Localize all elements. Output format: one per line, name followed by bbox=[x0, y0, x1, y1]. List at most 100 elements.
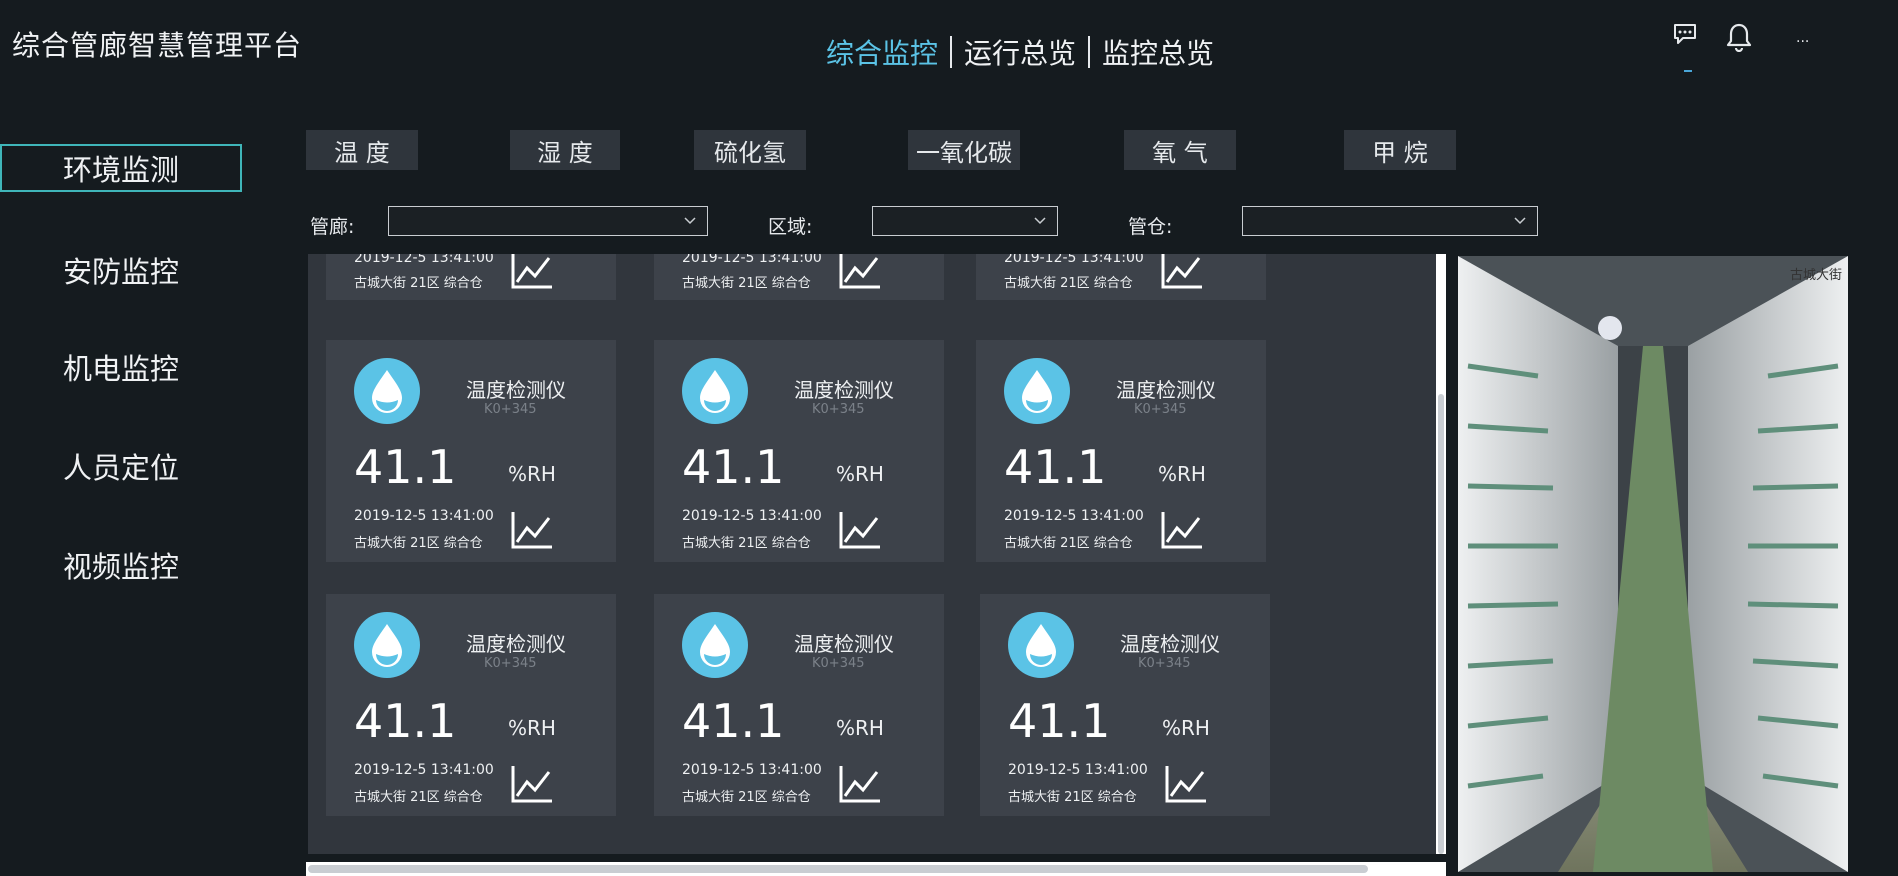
card-location: 古城大街 21区 综合仓 bbox=[1004, 276, 1133, 291]
corridor-label: 管廊: bbox=[310, 216, 355, 238]
sidebar-item-electromechanical[interactable]: 机电监控 bbox=[0, 343, 242, 391]
trend-chart-icon[interactable] bbox=[838, 254, 882, 290]
trend-chart-icon[interactable] bbox=[838, 764, 882, 804]
card-unit: %RH bbox=[1158, 462, 1206, 486]
chevron-down-icon bbox=[684, 217, 696, 225]
compartment-select[interactable] bbox=[1242, 206, 1538, 236]
card-unit: %RH bbox=[836, 462, 884, 486]
top-nav-separator bbox=[1088, 36, 1091, 68]
trend-chart-icon[interactable] bbox=[1164, 764, 1208, 804]
card-code: K0+345 bbox=[484, 656, 537, 671]
card-location: 古城大街 21区 综合仓 bbox=[1008, 790, 1137, 805]
card-value: 41.1 bbox=[1008, 694, 1111, 748]
card-location: 古城大街 21区 综合仓 bbox=[682, 790, 811, 805]
chevron-down-icon bbox=[1514, 217, 1526, 225]
sensor-card[interactable]: 温度检测仪 K0+345 41.1 %RH 2019-12-5 13:41:00… bbox=[654, 340, 944, 562]
card-timestamp: 2019-12-5 13:41:00 bbox=[682, 508, 822, 524]
chevron-down-icon bbox=[1034, 217, 1046, 225]
tab-methane[interactable]: 甲 烷 bbox=[1344, 130, 1456, 170]
region-label: 区域: bbox=[768, 216, 813, 238]
sensor-card[interactable]: 温度检测仪 K0+345 41.1 %RH 2019-12-5 13:41:00… bbox=[980, 594, 1270, 816]
top-nav: 综合监控 运行总览 监控总览 bbox=[826, 32, 1214, 72]
trend-chart-icon[interactable] bbox=[510, 764, 554, 804]
card-unit: %RH bbox=[836, 716, 884, 740]
sensor-card[interactable]: 温度检测仪 K0+345 41.1 %RH 2019-12-5 13:41:00… bbox=[326, 340, 616, 562]
card-location: 古城大街 21区 综合仓 bbox=[354, 276, 483, 291]
video-caption: 古城大街 bbox=[1789, 268, 1842, 283]
horizontal-scrollbar[interactable] bbox=[306, 862, 1446, 876]
chat-bubble-icon[interactable] bbox=[1672, 22, 1698, 50]
water-drop-icon bbox=[1008, 612, 1074, 678]
card-timestamp: 2019-12-5 13:41:00 bbox=[354, 762, 494, 778]
water-drop-icon bbox=[682, 358, 748, 424]
card-location: 古城大街 21区 综合仓 bbox=[682, 536, 811, 551]
water-drop-icon bbox=[682, 612, 748, 678]
card-timestamp: 2019-12-5 13:41:00 bbox=[354, 508, 494, 524]
vertical-scrollbar-thumb[interactable] bbox=[1438, 394, 1444, 854]
sidebar-item-personnel[interactable]: 人员定位 bbox=[0, 442, 242, 490]
card-code: K0+345 bbox=[1138, 656, 1191, 671]
tunnel-camera-image bbox=[1458, 256, 1848, 872]
card-value: 41.1 bbox=[354, 694, 457, 748]
card-timestamp: 2019-12-5 13:41:00 bbox=[682, 254, 822, 266]
card-unit: %RH bbox=[1162, 716, 1210, 740]
compartment-label: 管仓: bbox=[1128, 216, 1173, 238]
sensor-card[interactable]: 2019-12-5 13:41:00 古城大街 21区 综合仓 bbox=[976, 254, 1266, 300]
sidebar-item-video[interactable]: 视频监控 bbox=[0, 541, 242, 589]
card-location: 古城大街 21区 综合仓 bbox=[682, 276, 811, 291]
card-code: K0+345 bbox=[1134, 402, 1187, 417]
top-nav-item-operation[interactable]: 运行总览 bbox=[964, 32, 1076, 72]
card-code: K0+345 bbox=[812, 402, 865, 417]
tab-humidity[interactable]: 湿 度 bbox=[510, 130, 620, 170]
card-unit: %RH bbox=[508, 462, 556, 486]
card-location: 古城大街 21区 综合仓 bbox=[354, 790, 483, 805]
region-select[interactable] bbox=[872, 206, 1058, 236]
bell-icon[interactable] bbox=[1726, 22, 1752, 56]
sensor-card[interactable]: 温度检测仪 K0+345 41.1 %RH 2019-12-5 13:41:00… bbox=[976, 340, 1266, 562]
sensor-card[interactable]: 2019-12-5 13:41:00 古城大街 21区 综合仓 bbox=[654, 254, 944, 300]
card-value: 41.1 bbox=[354, 440, 457, 494]
sensor-card-panel: 2019-12-5 13:41:00 古城大街 21区 综合仓 2019-12-… bbox=[308, 254, 1446, 854]
more-icon[interactable]: ... bbox=[1796, 30, 1809, 46]
card-location: 古城大街 21区 综合仓 bbox=[1004, 536, 1133, 551]
sidebar-item-security[interactable]: 安防监控 bbox=[0, 246, 242, 294]
trend-chart-icon[interactable] bbox=[1160, 254, 1204, 290]
video-feed[interactable]: 古城大街 bbox=[1458, 256, 1848, 872]
top-nav-item-monitor[interactable]: 监控总览 bbox=[1102, 32, 1214, 72]
card-timestamp: 2019-12-5 13:41:00 bbox=[682, 762, 822, 778]
card-value: 41.1 bbox=[1004, 440, 1107, 494]
card-code: K0+345 bbox=[812, 656, 865, 671]
sensor-card[interactable]: 2019-12-5 13:41:00 古城大街 21区 综合仓 bbox=[326, 254, 616, 300]
card-timestamp: 2019-12-5 13:41:00 bbox=[1004, 254, 1144, 266]
chat-active-indicator bbox=[1684, 70, 1692, 72]
tab-oxygen[interactable]: 氧 气 bbox=[1124, 130, 1236, 170]
card-title: 温度检测仪 bbox=[794, 632, 894, 656]
card-code: K0+345 bbox=[484, 402, 537, 417]
app-title: 综合管廊智慧管理平台 bbox=[12, 29, 303, 62]
trend-chart-icon[interactable] bbox=[1160, 510, 1204, 550]
top-nav-separator bbox=[950, 36, 953, 68]
trend-chart-icon[interactable] bbox=[510, 254, 554, 290]
card-location: 古城大街 21区 综合仓 bbox=[354, 536, 483, 551]
card-timestamp: 2019-12-5 13:41:00 bbox=[1004, 508, 1144, 524]
card-title: 温度检测仪 bbox=[466, 632, 566, 656]
card-value: 41.1 bbox=[682, 694, 785, 748]
tab-temperature[interactable]: 温 度 bbox=[306, 130, 418, 170]
tab-carbon-monoxide[interactable]: 一氧化碳 bbox=[908, 130, 1020, 170]
card-value: 41.1 bbox=[682, 440, 785, 494]
card-title: 温度检测仪 bbox=[794, 378, 894, 402]
corridor-select[interactable] bbox=[388, 206, 708, 236]
sensor-card[interactable]: 温度检测仪 K0+345 41.1 %RH 2019-12-5 13:41:00… bbox=[326, 594, 616, 816]
water-drop-icon bbox=[354, 358, 420, 424]
tab-hydrogen-sulfide[interactable]: 硫化氢 bbox=[694, 130, 806, 170]
card-title: 温度检测仪 bbox=[466, 378, 566, 402]
horizontal-scrollbar-thumb[interactable] bbox=[308, 865, 1368, 873]
card-unit: %RH bbox=[508, 716, 556, 740]
top-nav-item-comprehensive[interactable]: 综合监控 bbox=[826, 32, 938, 72]
sensor-tabs: 温 度 湿 度 硫化氢 一氧化碳 氧 气 甲 烷 bbox=[0, 130, 1898, 170]
water-drop-icon bbox=[354, 612, 420, 678]
trend-chart-icon[interactable] bbox=[510, 510, 554, 550]
trend-chart-icon[interactable] bbox=[838, 510, 882, 550]
vertical-scrollbar[interactable] bbox=[1436, 254, 1446, 854]
sensor-card[interactable]: 温度检测仪 K0+345 41.1 %RH 2019-12-5 13:41:00… bbox=[654, 594, 944, 816]
